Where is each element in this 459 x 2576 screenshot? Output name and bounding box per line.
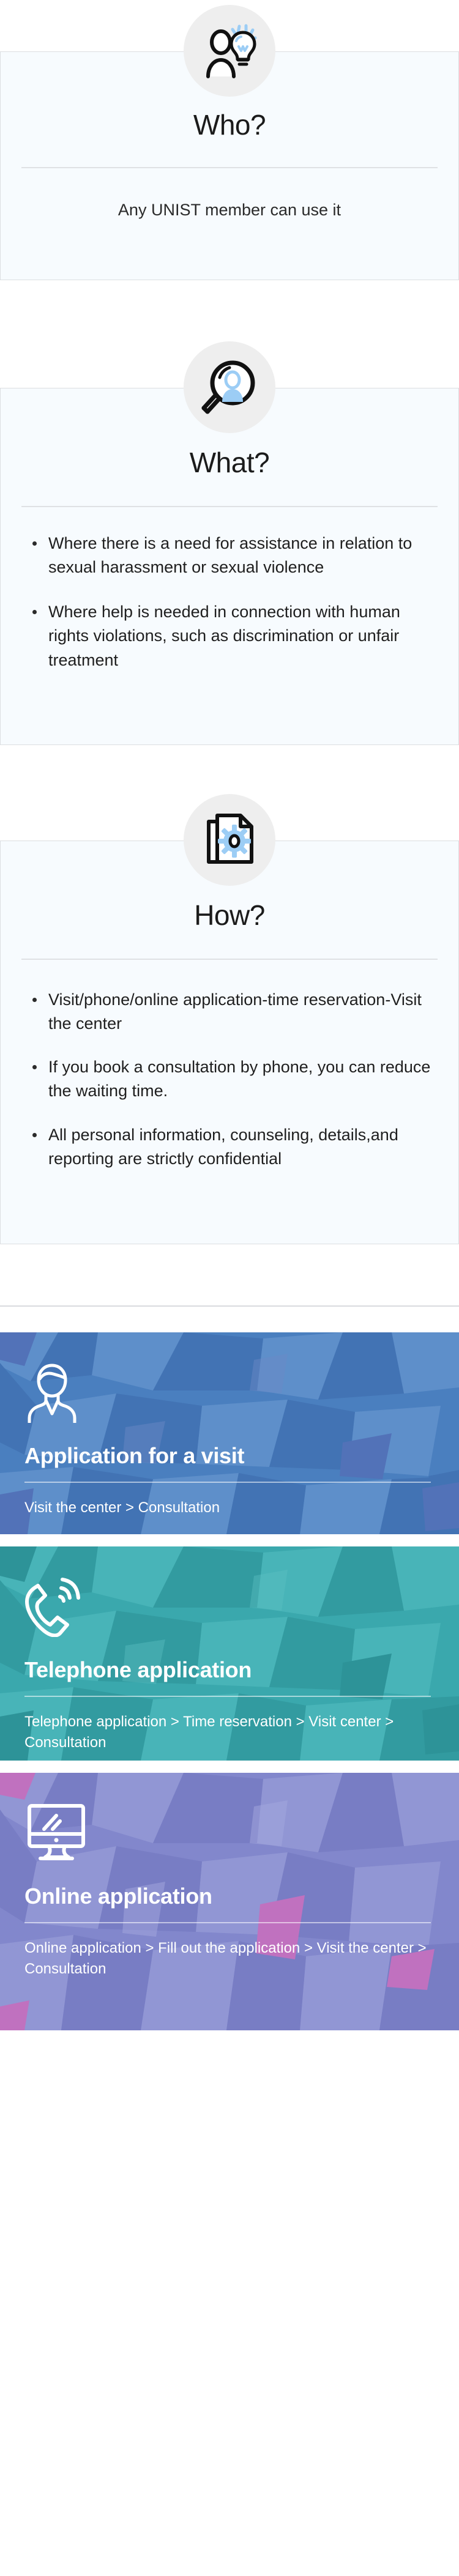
info-card-how: How? Visit/phone/online application-time…: [0, 841, 459, 1244]
document-gear-icon: [184, 794, 275, 886]
list-item: Visit/phone/online application-time rese…: [21, 988, 438, 1036]
person-lightbulb-icon: [184, 5, 275, 97]
list-item: Where there is a need for assistance in …: [21, 532, 438, 579]
spacer: [0, 1534, 459, 1546]
banner-rule: [24, 1695, 431, 1697]
banner-subtitle-visit: Visit the center > Consultation: [24, 1499, 220, 1516]
banner-card-telephone[interactable]: Telephone application Telephone applicat…: [0, 1546, 459, 1761]
spacer: [0, 1307, 459, 1332]
info-card-what: What? Where there is a need for assistan…: [0, 388, 459, 745]
person-bust-icon: [24, 1362, 435, 1423]
what-bullet-list: Where there is a need for assistance in …: [21, 532, 438, 672]
info-block-what: What? Where there is a need for assistan…: [0, 330, 459, 783]
info-block-how: How? Visit/phone/online application-time…: [0, 783, 459, 1279]
phone-ringing-icon: [24, 1576, 435, 1637]
banner-rule: [24, 1481, 431, 1483]
banner-card-visit[interactable]: Application for a visit Visit the center…: [0, 1332, 459, 1534]
list-item: Where help is needed in connection with …: [21, 600, 438, 672]
banner-title-online: Online application: [24, 1884, 212, 1909]
spacer: [0, 1279, 459, 1305]
banner-subtitle-online: Online application > Fill out the applic…: [24, 1939, 427, 1978]
banner-title-telephone: Telephone application: [24, 1657, 252, 1682]
banner-title-visit: Application for a visit: [24, 1443, 245, 1468]
banner-card-online[interactable]: Online application Online application > …: [0, 1773, 459, 2030]
banner-rule: [24, 1921, 431, 1923]
who-lead-text: Any UNIST member can use it: [118, 201, 341, 219]
how-bullet-list: Visit/phone/online application-time rese…: [21, 988, 438, 1171]
list-item: If you book a consultation by phone, you…: [21, 1055, 438, 1103]
desktop-monitor-icon: [24, 1802, 435, 1863]
magnifier-person-icon: [184, 341, 275, 433]
list-item: All personal information, counseling, de…: [21, 1123, 438, 1171]
spacer: [0, 1761, 459, 1773]
info-block-who: Who? Any UNIST member can use it: [0, 0, 459, 330]
banner-subtitle-telephone: Telephone application > Time reservation…: [24, 1713, 394, 1751]
